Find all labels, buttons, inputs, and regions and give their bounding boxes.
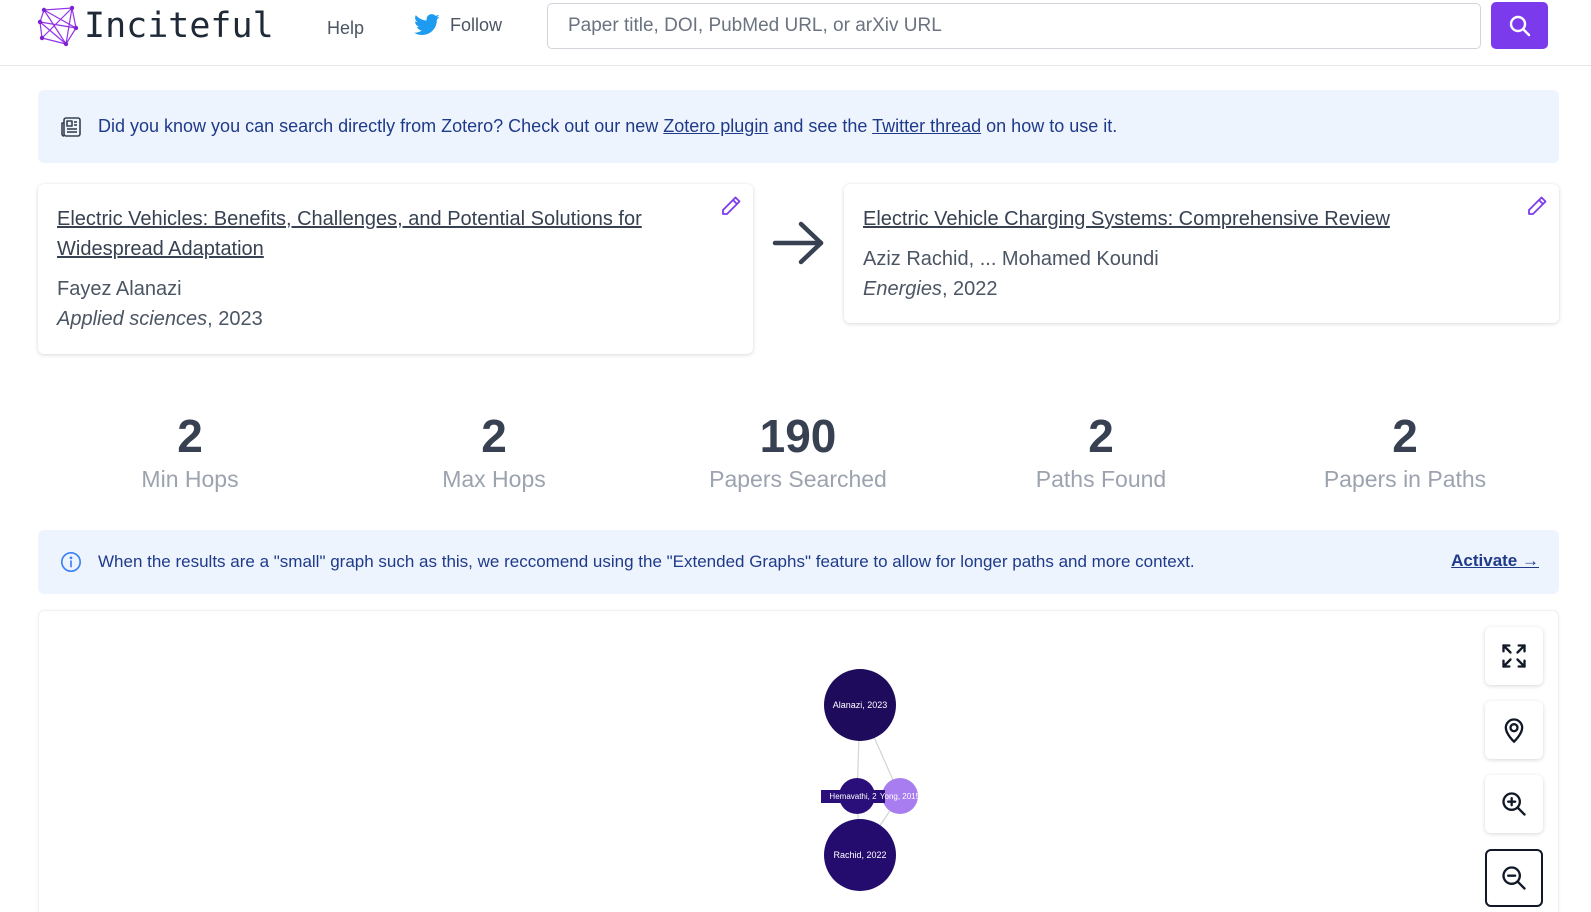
stat-label: Max Hops: [442, 466, 546, 492]
stat-value: 2: [1392, 410, 1418, 462]
stat-label: Papers in Paths: [1323, 466, 1487, 492]
banner-text-after: on how to use it.: [981, 116, 1118, 136]
stat-min-hops: 2 Min Hops: [60, 408, 320, 493]
stat-value: 2: [177, 410, 203, 462]
arrow-right-icon: [772, 221, 824, 265]
source-paper-card: Electric Vehicles: Benefits, Challenges,…: [38, 184, 753, 354]
logo-icon: [37, 5, 79, 47]
target-venue-name: Energies: [863, 278, 942, 300]
stat-max-hops: 2 Max Hops: [364, 408, 624, 493]
twitter-thread-link[interactable]: Twitter thread: [872, 116, 981, 136]
graph-node-label: Rachid, 2022: [833, 850, 886, 860]
follow-label: Follow: [450, 14, 503, 35]
twitter-icon: [414, 14, 440, 35]
zoom-out-icon: [1502, 866, 1526, 890]
target-paper-venue: Energies, 2022: [863, 274, 1540, 304]
top-navbar: Inciteful Help Follow: [0, 0, 1591, 66]
follow-link[interactable]: Follow: [414, 14, 502, 36]
stat-paths-found: 2 Paths Found: [971, 408, 1231, 493]
activate-link[interactable]: Activate →: [1451, 551, 1539, 571]
target-paper-card: Electric Vehicle Charging Systems: Compr…: [844, 184, 1559, 323]
zotero-banner: Did you know you can search directly fro…: [38, 90, 1559, 163]
extended-graphs-banner: When the results are a "small" graph suc…: [38, 530, 1559, 594]
logo-text: Inciteful: [84, 6, 274, 46]
info-text: When the results are a "small" graph suc…: [98, 552, 1195, 571]
stat-papers-searched: 190 Papers Searched: [668, 408, 928, 493]
stat-label: Papers Searched: [709, 466, 887, 492]
help-link[interactable]: Help: [327, 18, 364, 39]
target-paper-year: , 2022: [941, 278, 998, 300]
zotero-plugin-link[interactable]: Zotero plugin: [663, 116, 768, 136]
target-paper-title[interactable]: Electric Vehicle Charging Systems: Compr…: [863, 204, 1483, 234]
zoom-out-button[interactable]: [1485, 849, 1543, 907]
graph-canvas[interactable]: Alanazi, 2023 Hemavathi, 2 Yong, 2015 Ra…: [39, 611, 1560, 912]
source-paper-venue: Applied sciences, 2023: [57, 304, 734, 334]
target-paper-authors: Aziz Rachid, ... Mohamed Koundi: [863, 248, 1159, 270]
fullscreen-button[interactable]: [1485, 627, 1543, 685]
stat-papers-in-paths: 2 Papers in Paths: [1275, 408, 1535, 493]
banner-text-before: Did you know you can search directly fro…: [98, 116, 664, 136]
graph-node-alanazi[interactable]: Alanazi, 2023: [824, 669, 896, 741]
citation-graph[interactable]: Alanazi, 2023 Hemavathi, 2 Yong, 2015 Ra…: [38, 610, 1559, 912]
logo[interactable]: Inciteful: [36, 4, 274, 48]
graph-node-rachid[interactable]: Rachid, 2022: [824, 819, 896, 891]
zoom-in-icon: [1502, 792, 1526, 816]
info-icon: [61, 552, 81, 572]
graph-node-label: Alanazi, 2023: [833, 700, 888, 710]
search-icon: [1509, 15, 1530, 36]
graph-node-label: Hemavathi, 2: [829, 792, 877, 801]
zoom-in-button[interactable]: [1485, 775, 1543, 833]
stat-label: Min Hops: [141, 466, 239, 492]
banner-text-middle: and see the: [768, 116, 873, 136]
newspaper-icon: [61, 116, 81, 137]
stat-label: Paths Found: [1035, 466, 1167, 492]
search-input[interactable]: [547, 3, 1481, 49]
source-paper-title[interactable]: Electric Vehicles: Benefits, Challenges,…: [57, 204, 677, 264]
banner-text: Did you know you can search directly fro…: [98, 116, 1117, 137]
source-paper-authors: Fayez Alanazi: [57, 278, 182, 300]
search-button[interactable]: [1491, 2, 1548, 49]
location-pin-icon: [1504, 718, 1524, 744]
stat-value: 190: [759, 410, 837, 462]
source-paper-year: , 2023: [207, 308, 263, 330]
stat-value: 2: [1088, 410, 1114, 462]
pencil-icon[interactable]: [719, 194, 743, 218]
pencil-icon[interactable]: [1525, 194, 1549, 218]
expand-icon: [1502, 644, 1526, 668]
source-venue-name: Applied sciences: [57, 308, 208, 330]
stat-value: 2: [481, 410, 507, 462]
center-button[interactable]: [1485, 701, 1543, 759]
graph-node-label: Yong, 2015: [880, 792, 921, 801]
